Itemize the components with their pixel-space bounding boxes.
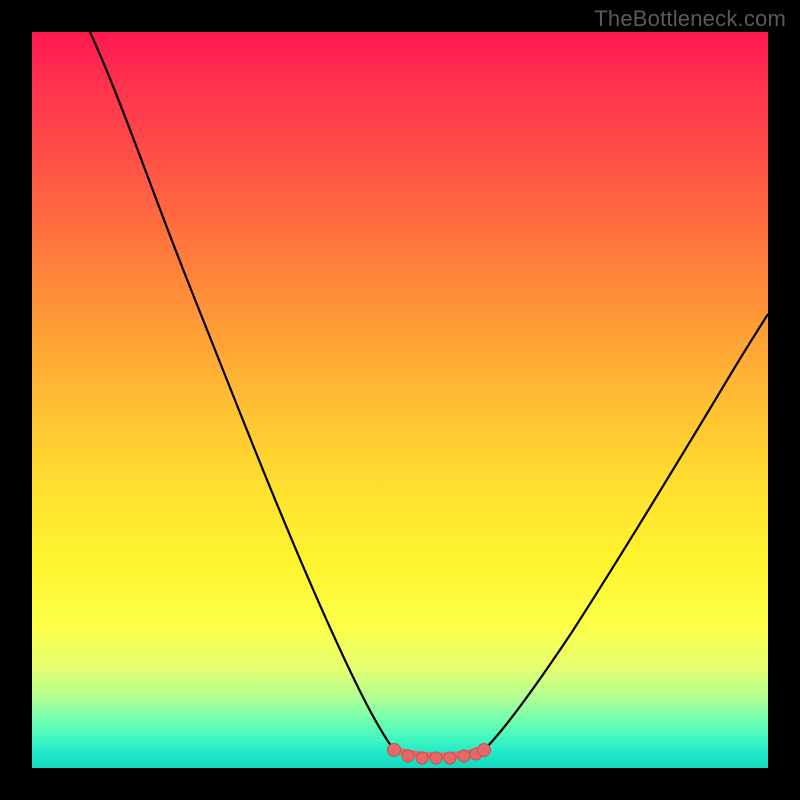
- plot-area: [32, 32, 768, 768]
- marker-dot: [444, 752, 456, 764]
- marker-dot: [478, 744, 491, 757]
- curve-layer: [32, 32, 768, 768]
- marker-dot: [388, 744, 401, 757]
- marker-dot: [430, 752, 442, 764]
- watermark-label: TheBottleneck.com: [594, 6, 786, 32]
- curve-left-branch: [90, 32, 394, 750]
- marker-group: [388, 744, 491, 765]
- marker-dot: [402, 750, 414, 762]
- curve-right-branch: [484, 314, 768, 750]
- marker-dot: [458, 750, 470, 762]
- marker-dot: [416, 752, 428, 764]
- chart-frame: TheBottleneck.com: [0, 0, 800, 800]
